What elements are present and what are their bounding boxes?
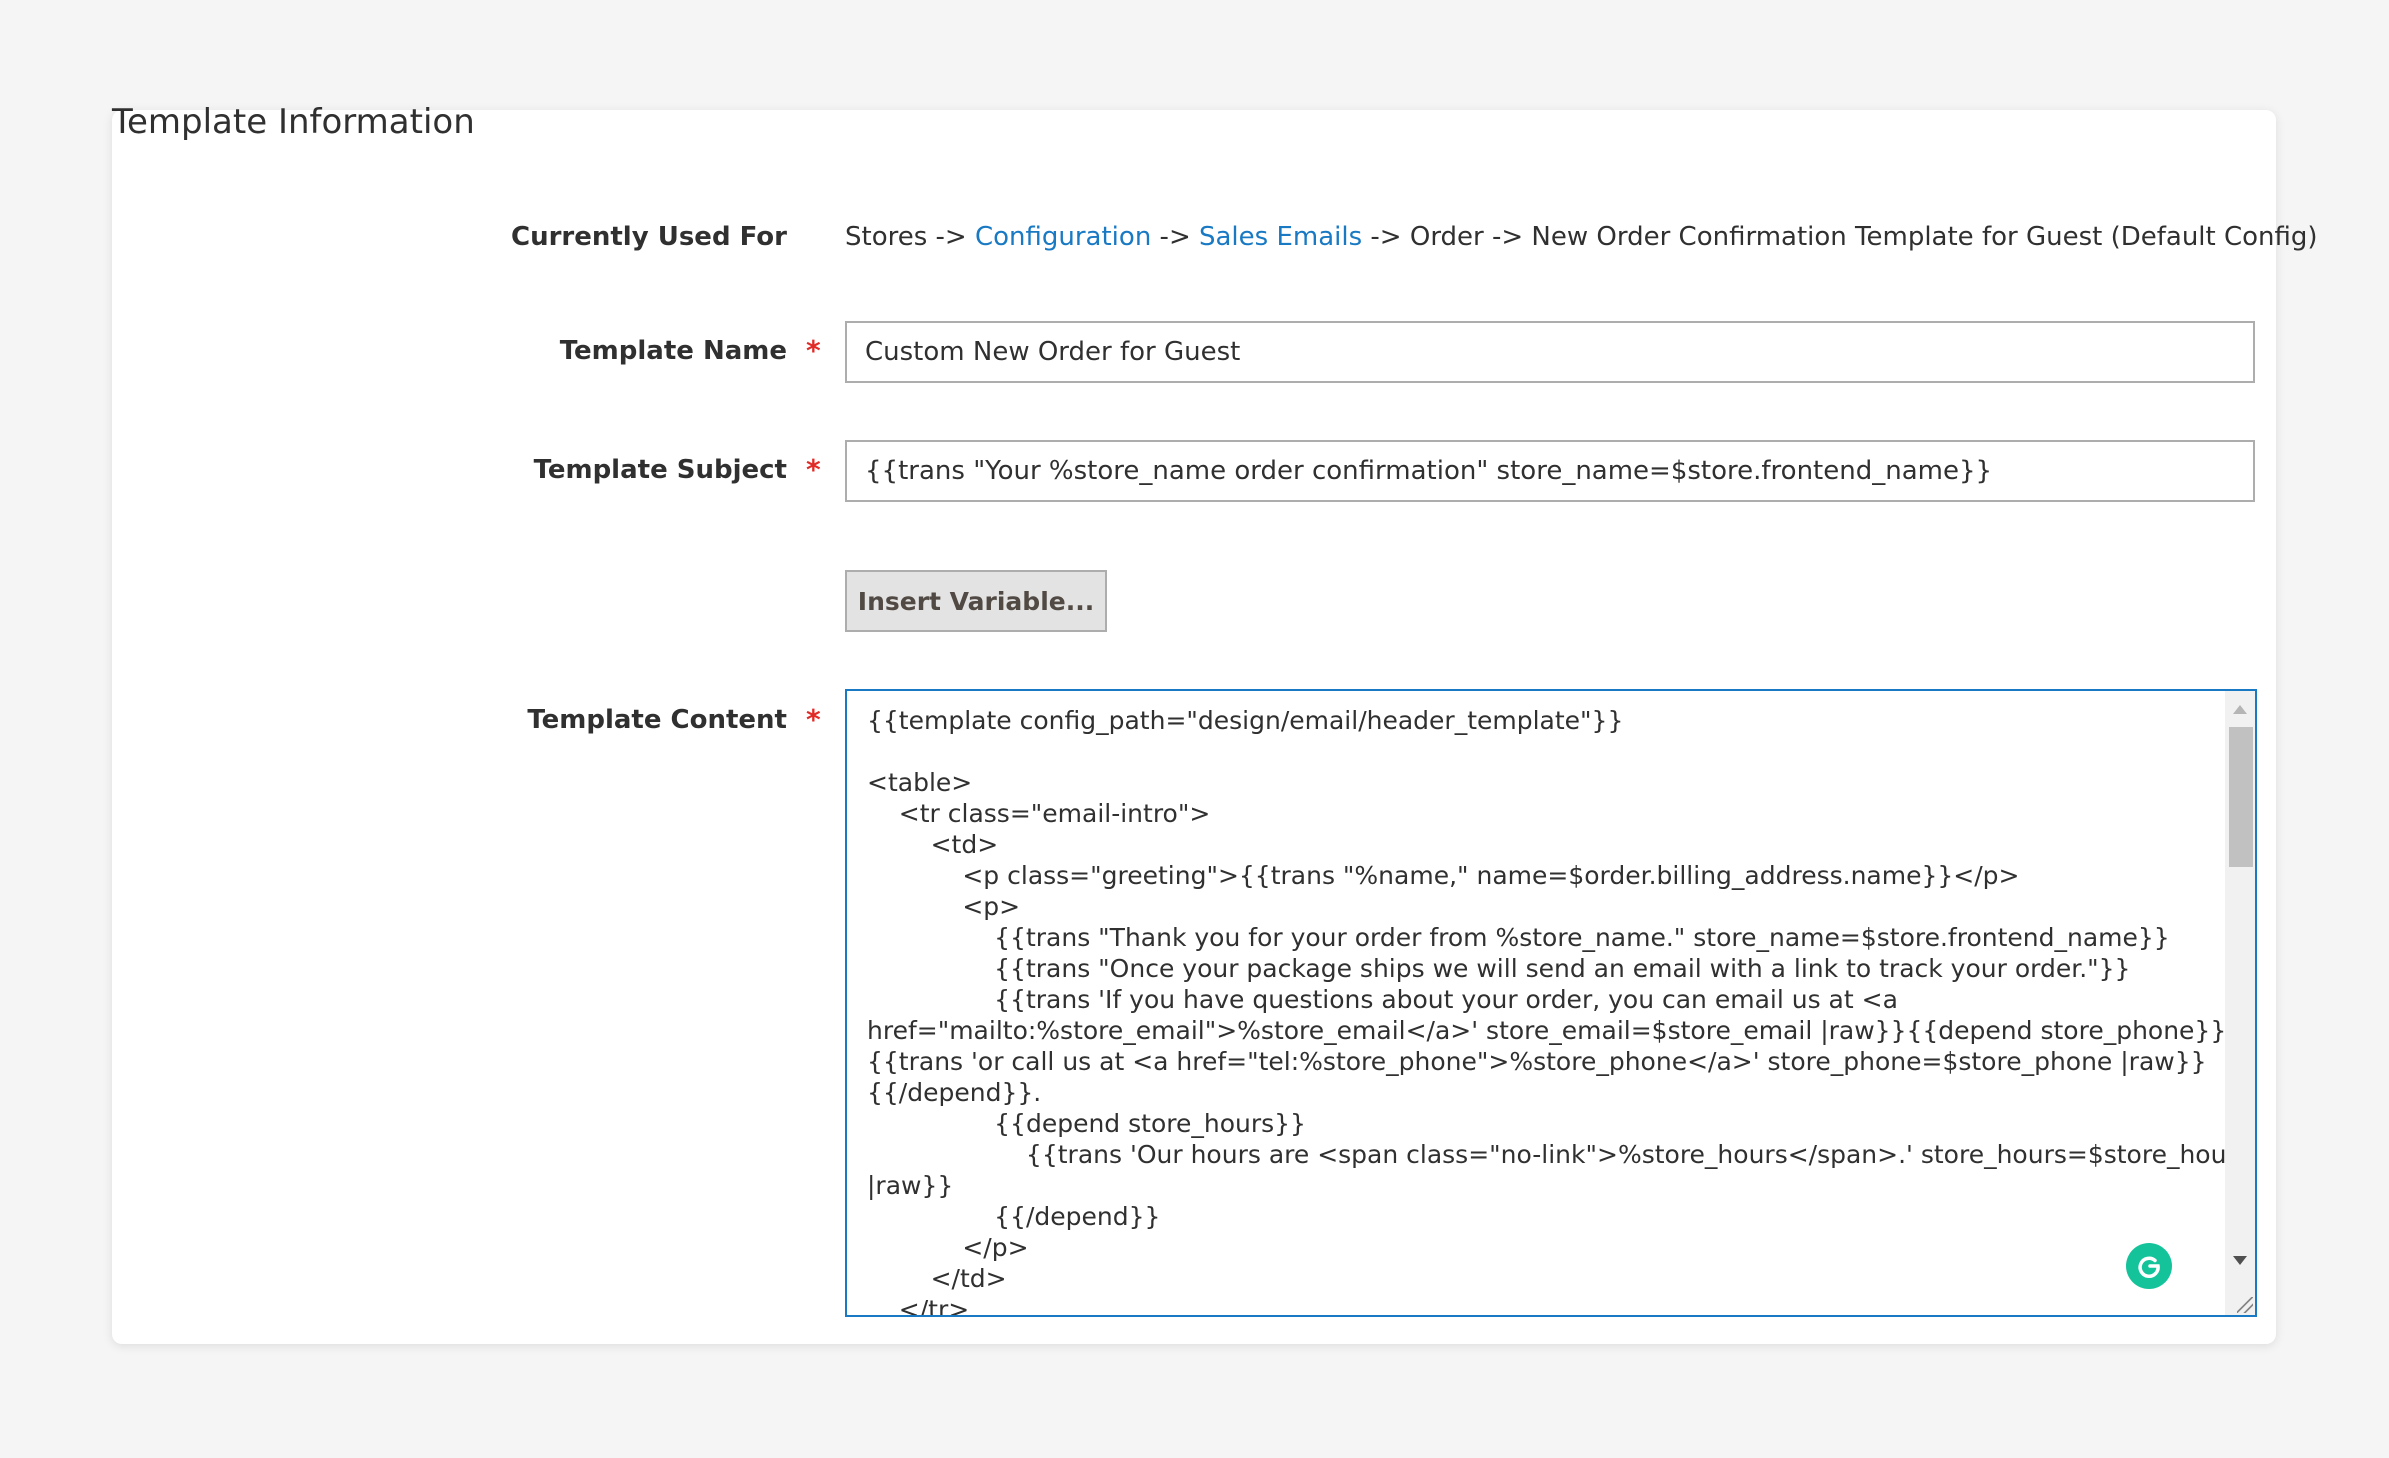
currently-used-for-path: Stores -> Configuration -> Sales Emails … <box>845 222 2318 252</box>
code-line: </p> <box>962 1233 1029 1262</box>
textarea-scrollbar[interactable] <box>2225 691 2255 1315</box>
code-line: <tr class="email-intro"> <box>898 799 1211 828</box>
scroll-down-arrow-icon[interactable] <box>2233 1256 2247 1265</box>
template-name-input[interactable]: Custom New Order for Guest <box>845 321 2255 383</box>
used-for-text: -> <box>927 222 975 252</box>
template-content-code: {{template config_path="design/email/hea… <box>867 705 2250 1317</box>
scroll-thumb[interactable] <box>2229 727 2253 867</box>
template-subject-input[interactable]: {{trans "Your %store_name order confirma… <box>845 440 2255 502</box>
code-line: {{trans 'If you have questions about you… <box>994 985 1898 1014</box>
used-for-text: Stores <box>845 222 928 252</box>
template-subject-required-asterisk: * <box>806 453 821 486</box>
code-line: </tr> <box>898 1295 970 1317</box>
used-for-link[interactable]: Configuration <box>975 222 1151 252</box>
code-line: {{trans 'Our hours are <span class="no-l… <box>1025 1140 2250 1169</box>
code-line: {{/depend}} <box>994 1202 1161 1231</box>
section-title: Template Information <box>112 102 475 142</box>
code-line: {{trans "Thank you for your order from %… <box>994 923 2170 952</box>
used-for-text: -> Order -> New Order Confirmation Templ… <box>1362 222 2318 252</box>
template-subject-label: Template Subject <box>533 455 787 485</box>
code-line: </td> <box>930 1264 1007 1293</box>
code-line: <p> <box>962 892 1021 921</box>
code-line: <p class="greeting">{{trans "%name," nam… <box>962 861 2020 890</box>
code-line: href="mailto:%store_email">%store_email<… <box>867 1016 2227 1045</box>
used-for-link[interactable]: Sales Emails <box>1199 222 1362 252</box>
template-name-required-asterisk: * <box>806 334 821 367</box>
code-line: {{depend store_hours}} <box>994 1109 1306 1138</box>
used-for-text: -> <box>1151 222 1199 252</box>
template-name-label: Template Name <box>559 336 787 366</box>
resize-grip-icon[interactable] <box>2237 1297 2253 1313</box>
code-line: {{template config_path="design/email/hea… <box>867 706 1624 735</box>
scroll-up-arrow-icon[interactable] <box>2233 705 2247 714</box>
template-content-label: Template Content <box>527 705 787 735</box>
grammarly-icon[interactable] <box>2126 1243 2172 1289</box>
template-content-textarea[interactable]: {{template config_path="design/email/hea… <box>845 689 2257 1317</box>
code-line: {{/depend}}. <box>867 1078 1042 1107</box>
currently-used-for-label: Currently Used For <box>511 222 787 252</box>
code-line: |raw}} <box>867 1171 954 1200</box>
code-line: {{trans 'or call us at <a href="tel:%sto… <box>867 1047 2207 1076</box>
code-line: {{trans "Once your package ships we will… <box>994 954 2131 983</box>
template-content-required-asterisk: * <box>806 703 821 736</box>
code-line: <table> <box>867 768 973 797</box>
insert-variable-button[interactable]: Insert Variable... <box>845 570 1107 632</box>
code-line: <td> <box>930 830 999 859</box>
